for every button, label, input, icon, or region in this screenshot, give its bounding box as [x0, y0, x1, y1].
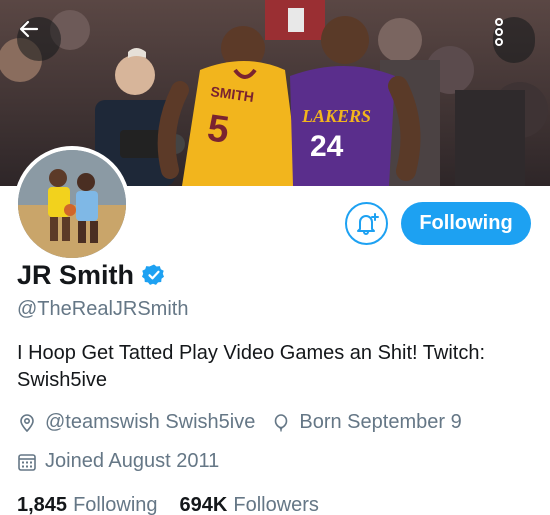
user-bio: I Hoop Get Tatted Play Video Games an Sh… [17, 342, 486, 391]
calendar-icon [18, 453, 36, 471]
following-label: Following [73, 494, 158, 515]
bell-plus-icon [356, 212, 379, 235]
joined-text: Joined August 2011 [45, 450, 220, 472]
following-stat[interactable]: 1,845 Following [17, 494, 158, 515]
back-button[interactable] [17, 17, 61, 61]
svg-text:24: 24 [310, 130, 344, 163]
birthday-item: Born September 9 [271, 411, 462, 434]
more-options-button[interactable] [493, 17, 535, 63]
user-handle: @TheRealJRSmith [17, 298, 189, 320]
website-link[interactable]: @teamswish Swish5ive [45, 411, 255, 434]
arrow-left-icon [19, 20, 39, 38]
notifications-button[interactable] [345, 202, 388, 245]
followers-label: Followers [233, 494, 319, 515]
verified-badge-icon [142, 264, 165, 285]
avatar[interactable] [14, 146, 130, 262]
svg-text:LAKERS: LAKERS [301, 106, 371, 126]
birthday-text: Born September 9 [299, 411, 462, 433]
following-button[interactable]: Following [401, 202, 531, 245]
display-name: JR Smith [17, 259, 135, 290]
followers-stat[interactable]: 694K Followers [180, 494, 319, 515]
joined-item: Joined August 2011 [17, 450, 219, 473]
followers-count: 694K [179, 494, 228, 515]
following-count: 1,845 [17, 494, 68, 515]
meta-row-2: Joined August 2011 [17, 450, 219, 473]
name-row: JR Smith [17, 258, 166, 292]
balloon-icon [275, 413, 288, 431]
location-item: @teamswish Swish5ive [17, 411, 255, 434]
meta-row-1: @teamswish Swish5ive Born September 9 [17, 411, 462, 434]
avatar-photo [18, 150, 126, 258]
more-vertical-icon [495, 18, 503, 46]
location-pin-icon [20, 413, 34, 432]
stats-row: 1,845 Following 694K Followers [17, 494, 319, 515]
